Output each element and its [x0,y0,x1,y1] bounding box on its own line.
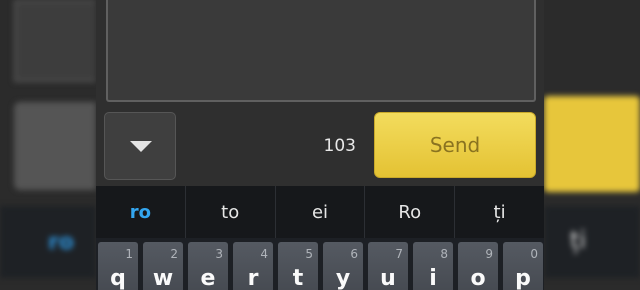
key-q[interactable]: 1q [98,242,138,290]
key-letter: e [200,266,216,290]
background-message-field [14,0,96,82]
key-letter: i [429,266,437,290]
chevron-down-icon [130,141,152,152]
background-suggestion: ro [48,230,74,255]
key-letter: r [247,266,259,290]
phone-screen: 103 Send ro to ei Ro ți 1q 2w 3e 4r 5t 6… [96,0,544,290]
key-t[interactable]: 5t [278,242,318,290]
background-toggle-button [14,102,96,190]
message-input[interactable] [106,0,536,102]
send-button[interactable]: Send [374,112,536,178]
suggestion-item[interactable]: to [186,186,276,238]
key-p[interactable]: 0p [503,242,543,290]
key-number: 4 [260,247,268,261]
suggestion-item[interactable]: Ro [365,186,456,238]
background-blur-left: ro [0,0,96,290]
character-counter: 103 [323,136,356,156]
key-number: 7 [395,247,403,261]
key-u[interactable]: 7u [368,242,408,290]
key-w[interactable]: 2w [143,242,183,290]
key-e[interactable]: 3e [188,242,228,290]
key-letter: t [292,266,304,290]
key-r[interactable]: 4r [233,242,273,290]
background-suggestion: ți [570,226,587,254]
background-suggestion-strip [544,206,640,278]
keyboard: 1q 2w 3e 4r 5t 6y 7u 8i 9o 0p [96,238,544,290]
key-letter: p [515,266,531,290]
key-number: 6 [350,247,358,261]
key-letter: u [380,266,396,290]
key-letter: w [152,266,174,290]
key-number: 0 [530,247,538,261]
key-number: 9 [485,247,493,261]
key-letter: y [335,266,351,290]
suggestion-strip: ro to ei Ro ți [96,186,544,238]
key-number: 2 [170,247,178,261]
key-y[interactable]: 6y [323,242,363,290]
key-o[interactable]: 9o [458,242,498,290]
key-letter: q [110,266,126,290]
background-blur-right: ți [544,0,640,290]
collapse-button[interactable] [104,112,176,180]
key-number: 8 [440,247,448,261]
key-number: 1 [125,247,133,261]
key-i[interactable]: 8i [413,242,453,290]
key-number: 5 [305,247,313,261]
suggestion-item[interactable]: ro [96,186,186,238]
composer-toolbar: 103 Send [96,102,544,186]
key-number: 3 [215,247,223,261]
background-send-button [544,96,640,192]
suggestion-item[interactable]: ți [455,186,544,238]
suggestion-item[interactable]: ei [276,186,366,238]
key-letter: o [470,266,486,290]
